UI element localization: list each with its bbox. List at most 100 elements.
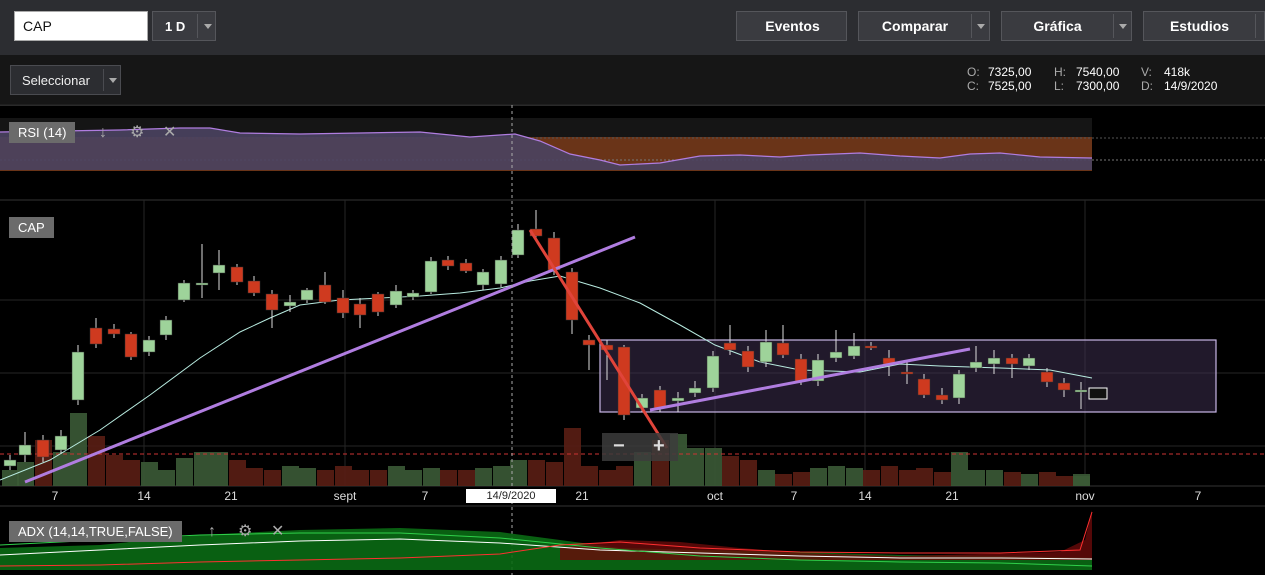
x-axis-label: oct	[706, 489, 724, 503]
volume-bar	[740, 460, 757, 486]
candle-body	[371, 293, 385, 313]
main-pane-label[interactable]: CAP	[9, 217, 54, 238]
x-axis-label: 14	[858, 489, 872, 503]
volume-bar	[388, 466, 405, 486]
candle-body	[1040, 371, 1054, 383]
uptrend-line[interactable]	[24, 235, 636, 484]
candle-body	[300, 289, 314, 301]
x-axis-label: 7	[51, 489, 59, 503]
candle-body	[688, 387, 702, 394]
candle-body	[917, 378, 931, 396]
volume-bar	[828, 466, 845, 486]
candle-body	[424, 260, 438, 293]
candle-body	[653, 389, 667, 409]
crosshair-date-badge: 14/9/2020	[466, 489, 556, 503]
volume-bar	[405, 470, 422, 486]
zoom-out-icon[interactable]: −	[613, 435, 625, 458]
volume-bar	[1021, 474, 1038, 486]
candle-body	[212, 264, 226, 274]
candle-body	[1074, 389, 1088, 393]
volume-bar	[810, 468, 827, 486]
volume-bar	[986, 470, 1003, 486]
x-axis-label: 7	[790, 489, 798, 503]
candle-body	[441, 259, 455, 267]
volume-bar	[528, 460, 545, 486]
volume-bar	[335, 466, 352, 486]
candle-body	[494, 259, 508, 285]
arrow-down-icon[interactable]: ↓	[99, 125, 107, 141]
candle-body	[794, 358, 808, 382]
zoom-in-icon[interactable]: +	[653, 435, 665, 458]
candle-body	[900, 371, 914, 375]
candle-body	[3, 459, 17, 467]
candle-body	[71, 351, 85, 401]
candle-body	[89, 327, 103, 345]
rsi-pane-label[interactable]: RSI (14)	[9, 122, 76, 143]
x-axis-label: 7	[421, 489, 429, 503]
candle-body	[353, 303, 367, 316]
volume-bar	[1004, 472, 1021, 486]
candle-body	[177, 282, 191, 301]
candle-body	[54, 435, 68, 451]
volume-bar	[317, 470, 334, 486]
volume-bar	[775, 474, 792, 486]
volume-bar	[211, 452, 228, 486]
volume-bar	[758, 470, 775, 486]
volume-bar	[141, 462, 158, 486]
volume-bar	[951, 452, 968, 486]
arrow-up-icon[interactable]: ↑	[208, 524, 216, 540]
x-axis-label: 21	[945, 489, 959, 503]
candle-body	[336, 297, 350, 314]
volume-bar	[599, 470, 616, 486]
volume-bar	[158, 470, 175, 486]
volume-bar	[370, 470, 387, 486]
rsi-pane	[0, 118, 1265, 171]
volume-bar	[1073, 474, 1090, 486]
candle-body	[847, 345, 861, 357]
candle-body	[18, 444, 32, 456]
volume-bar	[1039, 472, 1056, 486]
downtrend-line[interactable]	[528, 229, 669, 449]
volume-bar	[546, 462, 563, 486]
volume-bar	[229, 460, 246, 486]
candle-body	[265, 293, 279, 311]
candle-body	[283, 301, 297, 307]
volume-bar	[863, 470, 880, 486]
candle-body	[969, 361, 983, 369]
candle-body	[476, 271, 490, 286]
close-icon[interactable]: ✕	[271, 524, 284, 540]
candle-body	[36, 439, 50, 458]
volume-bar	[423, 468, 440, 486]
candle-body	[159, 319, 173, 336]
volume-bar	[616, 466, 633, 486]
volume-bar	[934, 472, 951, 486]
candle-body	[1057, 382, 1071, 391]
close-icon[interactable]: ✕	[163, 125, 176, 141]
volume-bar	[564, 428, 581, 486]
volume-bar	[581, 466, 598, 486]
volume-bar	[246, 468, 263, 486]
candle-body	[706, 355, 720, 389]
candle-body	[723, 342, 737, 351]
x-axis-label: 14	[137, 489, 151, 503]
candle-body	[142, 339, 156, 353]
candle-body	[671, 397, 685, 402]
volume-bar	[493, 466, 510, 486]
volume-bar	[88, 436, 105, 486]
gear-icon[interactable]: ⚙	[130, 125, 144, 141]
candle-body	[864, 345, 878, 349]
candle-body	[547, 237, 561, 271]
x-axis-label: 21	[575, 489, 589, 503]
volume-bar	[899, 470, 916, 486]
adx-pane-label[interactable]: ADX (14,14,TRUE,FALSE)	[9, 521, 182, 542]
gear-icon[interactable]: ⚙	[238, 524, 252, 540]
candle-body	[230, 266, 244, 283]
candle-body	[1005, 357, 1019, 365]
volume-bar	[846, 468, 863, 486]
volume-bar	[106, 455, 123, 486]
volume-bar	[264, 470, 281, 486]
candle-body	[318, 284, 332, 303]
candle-body	[511, 229, 525, 256]
volume-bar	[299, 468, 316, 486]
volume-bar	[881, 466, 898, 486]
